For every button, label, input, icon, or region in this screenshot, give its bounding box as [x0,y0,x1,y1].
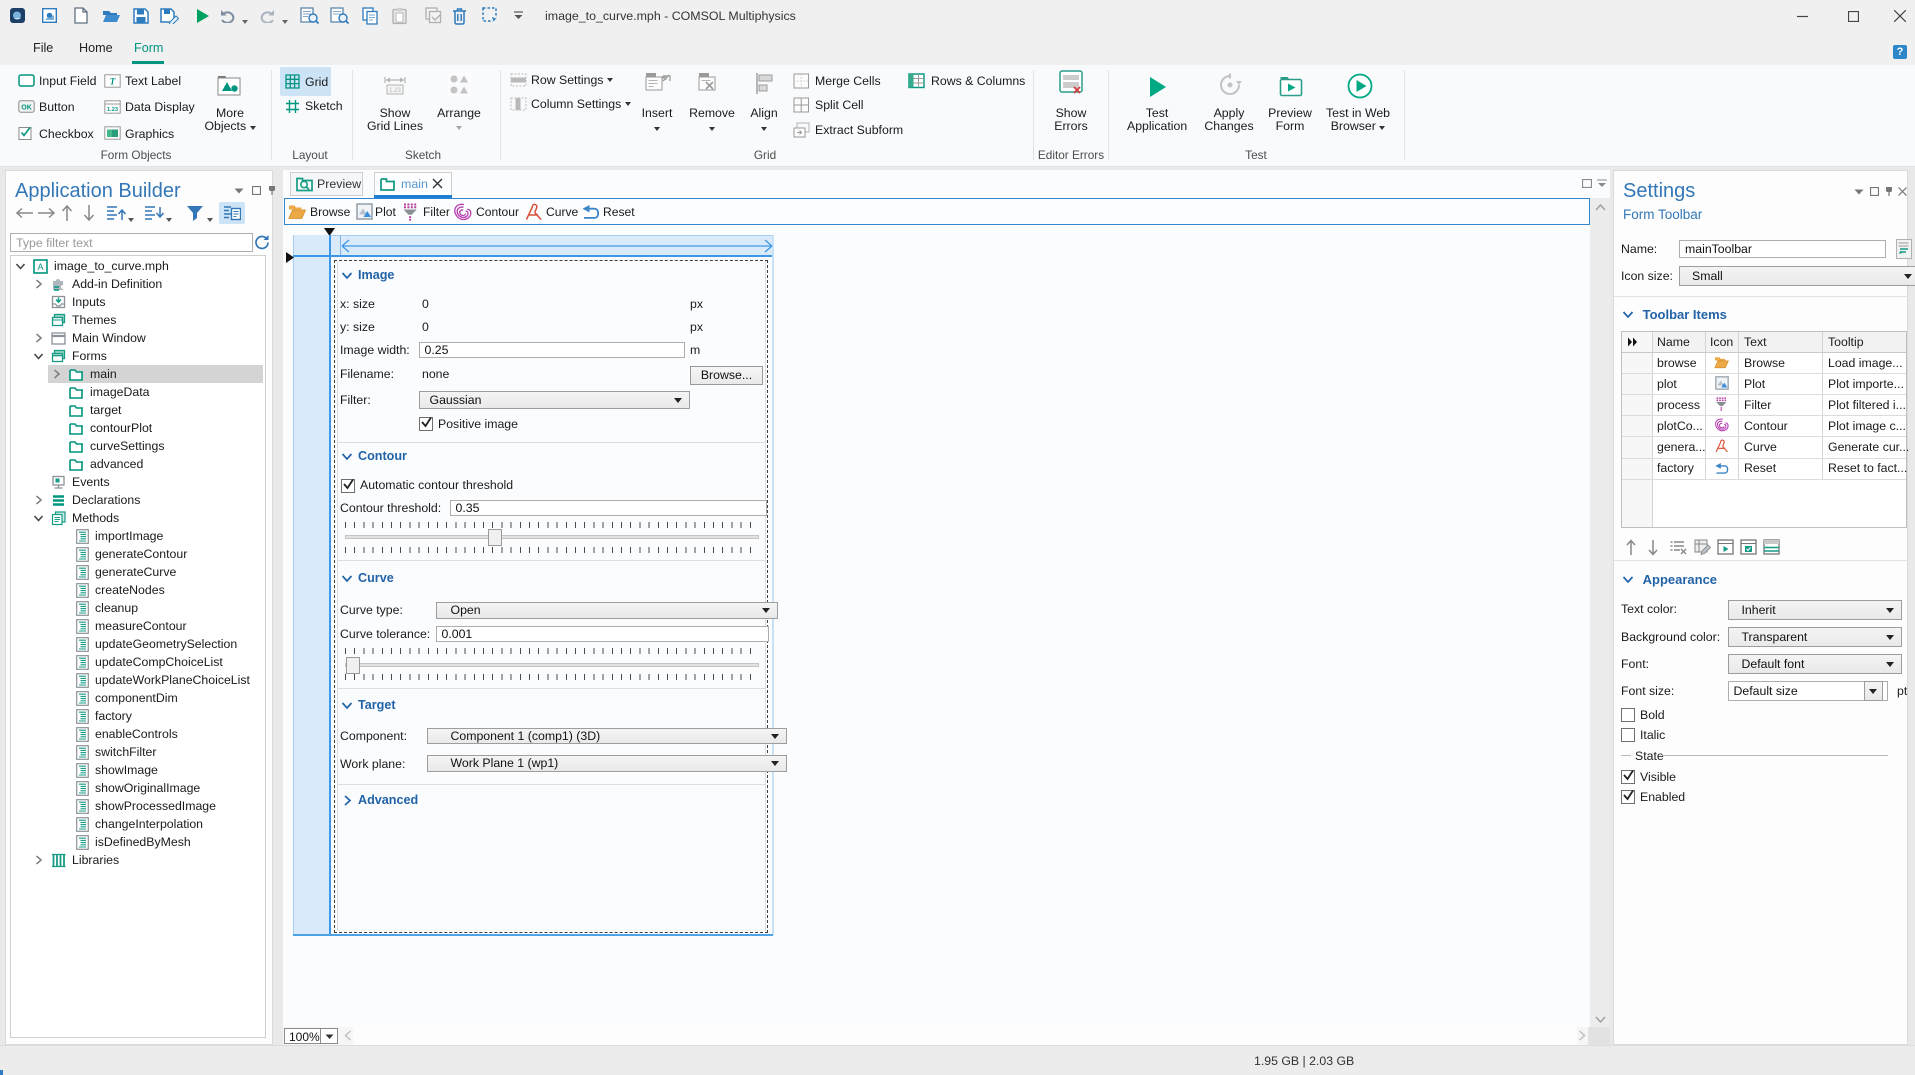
svg-text:1.23: 1.23 [389,88,401,94]
svg-text:OK: OK [21,105,32,112]
svg-text:T: T [110,77,116,87]
svg-text:1.23: 1.23 [107,107,118,113]
